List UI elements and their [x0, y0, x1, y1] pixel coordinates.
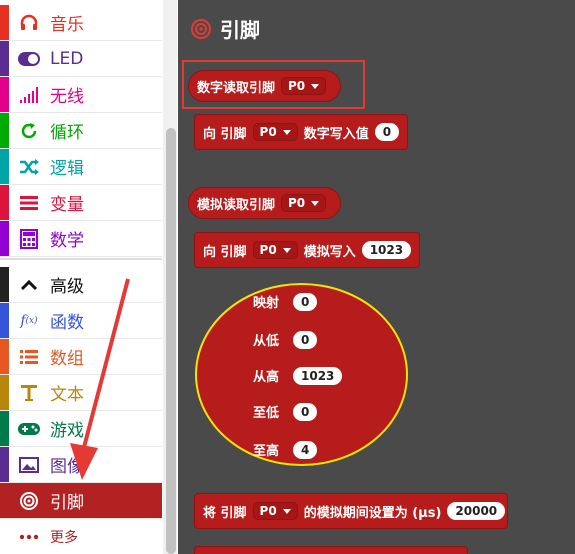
dropdown-arrow-icon	[282, 129, 291, 135]
block-label: 将 引脚	[203, 505, 247, 521]
value-input[interactable]: 4	[293, 440, 318, 459]
value-input[interactable]: 0	[293, 402, 318, 421]
more-icon	[18, 526, 40, 548]
highlight-box	[182, 60, 365, 109]
refresh-icon	[18, 120, 40, 142]
headphones-icon	[18, 12, 40, 34]
toggle-icon	[18, 48, 40, 70]
category-label: 数学	[50, 231, 84, 251]
category-label: 无线	[50, 87, 84, 107]
shuffle-icon	[18, 156, 40, 178]
gamepad-icon	[18, 418, 40, 440]
pin-dropdown[interactable]: P0	[252, 502, 298, 520]
map-row: 从高 1023	[253, 366, 343, 385]
workspace-header: 引脚	[190, 14, 260, 43]
calculator-icon	[18, 228, 40, 250]
block-label: 数字写入值	[303, 126, 369, 142]
category-label: 更多	[50, 530, 78, 546]
category-logic[interactable]: 逻辑	[0, 149, 162, 185]
list-icon	[18, 192, 40, 214]
image-icon	[18, 454, 40, 476]
block-label: 向 引脚	[203, 244, 247, 260]
dropdown-arrow-icon	[282, 508, 291, 514]
value-input[interactable]: 0	[293, 330, 318, 349]
analog-period-block[interactable]: 将 引脚 P0 的模拟期间设置为 (µs) 20000	[194, 493, 509, 529]
block-label: 模拟写入	[303, 244, 356, 260]
map-row: 至低 0	[253, 402, 318, 421]
block-label: 向 引脚	[203, 126, 247, 142]
value-input[interactable]: 1023	[293, 366, 343, 385]
category-label: 循环	[50, 123, 84, 143]
value-input[interactable]: 1023	[361, 241, 412, 259]
category-more[interactable]: 更多	[0, 519, 162, 554]
category-label: 音乐	[50, 15, 84, 35]
map-row: 从低 0	[253, 330, 318, 349]
pin-dropdown[interactable]: P0	[252, 241, 298, 259]
digital-write-block[interactable]: 向 引脚 P0 数字写入值 0	[194, 114, 409, 150]
chevron-up-icon	[18, 274, 40, 296]
sidebar-scrollbar-thumb[interactable]	[166, 128, 176, 554]
category-label: 引脚	[50, 493, 84, 513]
sidebar-divider	[0, 258, 162, 260]
dropdown-arrow-icon	[282, 247, 291, 253]
category-led[interactable]: LED	[0, 41, 162, 77]
map-row: 映射 0	[253, 292, 318, 311]
category-math[interactable]: 数学	[0, 221, 162, 257]
value-input[interactable]: 0	[374, 123, 400, 141]
category-variables[interactable]: 变量	[0, 185, 162, 221]
pin-icon	[191, 18, 211, 39]
value-input[interactable]: 20000	[447, 502, 506, 520]
pin-dropdown[interactable]: P0	[281, 194, 327, 212]
category-label: 变量	[50, 195, 84, 215]
pin-dropdown[interactable]: P0	[252, 123, 298, 141]
pin-icon	[18, 490, 40, 512]
map-row: 至高 4	[253, 440, 318, 459]
numbered-list-icon	[18, 346, 40, 368]
analog-read-block[interactable]: 模拟读取引脚 P0	[188, 187, 342, 219]
block-label: 的模拟期间设置为 (µs)	[303, 505, 442, 521]
category-radio[interactable]: 无线	[0, 77, 162, 113]
category-music[interactable]: 音乐	[0, 5, 162, 41]
partial-block[interactable]	[194, 546, 468, 554]
value-input[interactable]: 0	[293, 292, 318, 311]
category-label: 逻辑	[50, 159, 84, 179]
category-pins[interactable]: 引脚	[0, 483, 162, 519]
category-loops[interactable]: 循环	[0, 113, 162, 149]
dropdown-arrow-icon	[311, 200, 320, 206]
annotation-arrow	[70, 278, 130, 480]
function-icon: f (x)	[20, 312, 38, 329]
analog-write-block[interactable]: 向 引脚 P0 模拟写入 1023	[194, 232, 421, 268]
category-label: LED	[50, 48, 84, 69]
text-icon	[18, 382, 40, 404]
workspace-title: 引脚	[220, 18, 260, 42]
signal-bars-icon	[18, 84, 40, 106]
block-label: 模拟读取引脚	[197, 197, 276, 213]
